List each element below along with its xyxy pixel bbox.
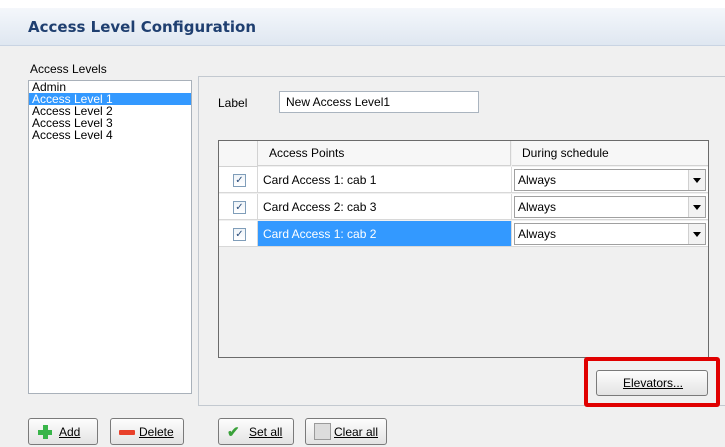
title-bar: Access Level Configuration <box>0 8 725 46</box>
list-item[interactable]: Access Level 4 <box>29 129 191 141</box>
table-row[interactable]: ✓ Card Access 1: cab 1 Always <box>219 167 708 194</box>
clear-all-button-label: Clear all <box>334 425 379 439</box>
schedule-dropdown[interactable]: Always <box>514 169 706 191</box>
row-checkbox[interactable]: ✓ <box>233 174 246 187</box>
page-title: Access Level Configuration <box>28 18 257 36</box>
check-icon: ✔ <box>227 424 240 441</box>
table-row[interactable]: ✓ Card Access 1: cab 2 Always <box>219 221 708 248</box>
add-button-label: Add <box>59 425 81 439</box>
table-row[interactable]: ✓ Card Access 2: cab 3 Always <box>219 194 708 221</box>
row-checkbox[interactable]: ✓ <box>233 228 246 241</box>
delete-button-label: Delete <box>139 425 174 439</box>
access-point-cell[interactable]: Card Access 1: cab 2 <box>258 221 512 247</box>
access-levels-list[interactable]: Admin Access Level 1 Access Level 2 Acce… <box>28 80 192 394</box>
schedule-dropdown[interactable]: Always <box>514 196 706 218</box>
column-header-check[interactable] <box>219 141 258 167</box>
access-point-cell[interactable]: Card Access 2: cab 3 <box>258 194 512 220</box>
schedule-cell: Always <box>512 194 708 220</box>
chevron-down-icon[interactable] <box>688 170 705 190</box>
check-cell: ✓ <box>219 167 258 193</box>
column-header-during-schedule[interactable]: During schedule <box>512 141 708 166</box>
set-all-button-label: Set all <box>249 425 283 439</box>
column-header-access-points[interactable]: Access Points <box>258 141 511 166</box>
schedule-cell: Always <box>512 167 708 193</box>
set-all-button[interactable]: ✔ Set all <box>218 418 294 445</box>
chevron-down-icon[interactable] <box>688 197 705 217</box>
schedule-value: Always <box>518 227 557 241</box>
check-cell: ✓ <box>219 194 258 220</box>
add-button[interactable]: Add <box>28 418 98 445</box>
access-levels-label: Access Levels <box>30 62 107 76</box>
schedule-value: Always <box>518 173 557 187</box>
highlight-box <box>584 357 720 407</box>
schedule-value: Always <box>518 200 557 214</box>
check-cell: ✓ <box>219 221 258 247</box>
schedule-cell: Always <box>512 221 708 247</box>
row-checkbox[interactable]: ✓ <box>233 201 246 214</box>
clear-all-button[interactable]: Clear all <box>305 418 387 445</box>
label-input[interactable] <box>279 91 479 113</box>
minus-icon <box>119 430 135 435</box>
label-caption: Label <box>218 96 248 110</box>
schedule-dropdown[interactable]: Always <box>514 223 706 245</box>
access-points-grid: Access Points During schedule ✓ Card Acc… <box>218 140 709 358</box>
plus-icon <box>38 425 52 439</box>
grid-header: Access Points During schedule <box>219 141 708 167</box>
clear-icon <box>314 423 331 440</box>
chevron-down-icon[interactable] <box>688 224 705 244</box>
access-point-cell[interactable]: Card Access 1: cab 1 <box>258 167 512 193</box>
delete-button[interactable]: Delete <box>110 418 184 445</box>
